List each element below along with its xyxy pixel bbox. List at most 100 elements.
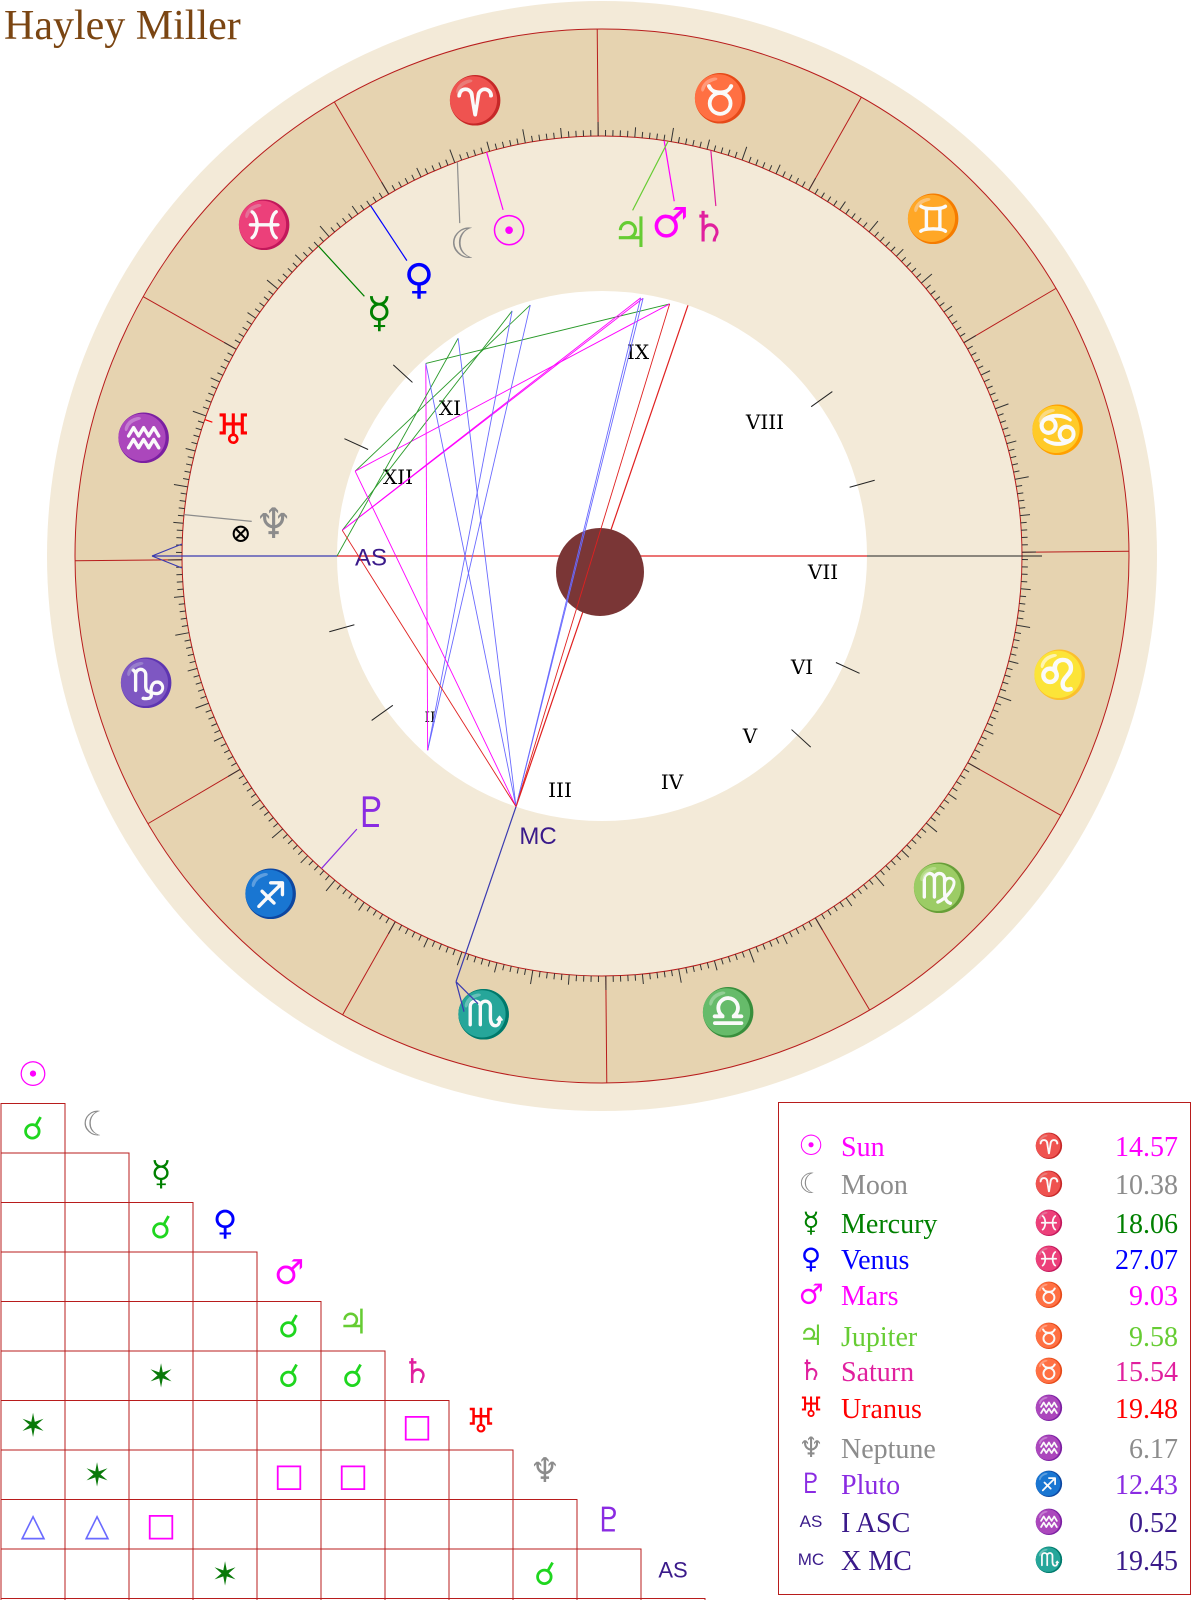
neptune-icon: ♆	[255, 499, 293, 548]
aspect-grid-cell	[192, 1251, 258, 1302]
legend-sign-icon: ♏	[1034, 1546, 1064, 1574]
taurus-sign-icon: ♉	[692, 71, 749, 125]
legend-degree: 19.48	[1115, 1394, 1178, 1425]
legend-degree: 19.45	[1115, 1546, 1178, 1577]
legend-degree: 18.06	[1115, 1209, 1178, 1240]
aspect-grid-cell	[128, 1548, 194, 1599]
legend-planet-name: Venus	[841, 1245, 910, 1276]
aspect-symbol: □	[338, 1456, 368, 1494]
aspect-grid-cell	[448, 1548, 514, 1599]
gemini-sign-icon: ♊	[905, 192, 962, 246]
aspect-symbol: ☌	[278, 1307, 299, 1345]
venus-icon: ♀	[800, 1242, 822, 1275]
legend-sign-icon: ♐	[1034, 1470, 1064, 1498]
aspect-grid-cell	[256, 1499, 322, 1550]
aspect-symbol: ✶	[20, 1406, 47, 1444]
uranus-icon: ♅	[214, 405, 252, 454]
mars-icon: ♂	[651, 198, 689, 247]
legend-sign-icon: ♉	[1034, 1357, 1064, 1385]
legend-degree: 0.52	[1129, 1508, 1178, 1539]
aspect-grid-label: ♃	[338, 1302, 368, 1342]
degree-tick	[177, 514, 184, 517]
pisces-sign-icon: ♓	[236, 198, 293, 252]
aspect-grid-cell	[448, 1449, 514, 1500]
house-label-vii: VII	[807, 560, 838, 584]
house-label-iii: III	[548, 778, 572, 802]
aspect-grid-cell	[128, 1449, 194, 1500]
house-label-xii: XII	[383, 465, 413, 489]
libra-sign-icon: ♎	[700, 985, 757, 1039]
moon-icon: ☾	[798, 1167, 824, 1200]
legend-sign-icon: ♉	[1034, 1281, 1064, 1309]
aspect-symbol: △	[21, 1505, 46, 1543]
aspect-grid-label: ♅	[466, 1401, 496, 1441]
aspect-symbol: ✶	[84, 1456, 111, 1494]
degree-tick	[649, 973, 651, 980]
legend-degree: 9.58	[1129, 1322, 1178, 1353]
aspect-grid-label: AS	[658, 1557, 687, 1582]
mc-label: MC	[519, 823, 556, 850]
legend-planet-name: I ASC	[841, 1508, 911, 1539]
aspect-grid-cell	[256, 1548, 322, 1599]
aspect-grid-cell	[0, 1449, 66, 1500]
mercury-icon: ☿	[802, 1206, 820, 1239]
legend-planet-name: Moon	[841, 1170, 908, 1201]
aspect-symbol: ☌	[150, 1208, 171, 1246]
legend-row-mc: MC X MC ♏ 19.45	[779, 1541, 1192, 1579]
aspect-symbol: ☌	[278, 1357, 299, 1395]
aspect-grid-label: ♄	[402, 1352, 432, 1392]
aspect-grid-cell	[192, 1301, 258, 1352]
legend-degree: 6.17	[1129, 1434, 1178, 1465]
aspect-grid-cell	[128, 1400, 194, 1451]
degree-tick	[1019, 602, 1026, 605]
degree-tick	[648, 132, 651, 139]
aspect-grid-cell	[192, 1449, 258, 1500]
aspect-grid-cell	[576, 1548, 642, 1599]
aquarius-sign-icon: ♒	[115, 411, 172, 465]
aspect-grid-cell	[0, 1251, 66, 1302]
legend-sign-icon: ♒	[1034, 1508, 1064, 1536]
legend-sign-icon: ♓	[1034, 1245, 1064, 1273]
pluto-icon: ♇	[353, 788, 391, 837]
legend-planet-name: Mercury	[841, 1209, 938, 1240]
aspect-grid-label: ☉	[18, 1055, 48, 1095]
legend-row-asc: AS I ASC ♒ 0.52	[779, 1503, 1192, 1541]
legend-row-moon: ☾ Moon ♈ 10.38	[779, 1165, 1192, 1203]
aspect-grid-label: ♆	[530, 1451, 560, 1491]
legend-degree: 27.07	[1115, 1245, 1178, 1276]
aspect-grid-cell	[64, 1152, 130, 1203]
legend-planet-name: Uranus	[841, 1394, 922, 1425]
legend-row-mars: ♂ Mars ♉ 9.03	[779, 1276, 1192, 1314]
jupiter-icon: ♃	[612, 208, 650, 257]
legend-sign-icon: ♓	[1034, 1209, 1064, 1237]
leo-sign-icon: ♌	[1031, 647, 1088, 701]
aspect-grid-cell	[256, 1400, 322, 1451]
capricorn-sign-icon: ♑	[118, 656, 175, 710]
scorpio-sign-icon: ♏	[455, 987, 512, 1041]
aspect-grid-cell	[320, 1400, 386, 1451]
aspect-symbol: □	[274, 1456, 304, 1494]
aspect-grid-cell	[64, 1202, 130, 1253]
legend-planet-name: X MC	[841, 1546, 912, 1577]
venus-icon: ♀	[404, 254, 435, 303]
aspect-grid-cell	[384, 1499, 450, 1550]
mc-icon: MC	[797, 1550, 825, 1569]
legend-sign-icon: ♉	[1034, 1322, 1064, 1350]
pluto-icon: ♇	[798, 1467, 824, 1500]
legend-sign-icon: ♒	[1034, 1434, 1064, 1462]
aspect-symbol: ☌	[342, 1357, 363, 1395]
legend-planet-name: Jupiter	[841, 1322, 918, 1353]
degree-tick	[1020, 595, 1027, 598]
aspect-grid-cell	[64, 1251, 130, 1302]
aspect-grid-cell	[128, 1251, 194, 1302]
legend-degree: 9.03	[1129, 1281, 1178, 1312]
sun-icon: ☉	[798, 1129, 824, 1162]
aspect-grid-cell	[192, 1400, 258, 1451]
legend-sign-icon: ♈	[1034, 1132, 1064, 1160]
uranus-icon: ♅	[798, 1391, 824, 1424]
aspect-grid-label: ☾	[82, 1104, 112, 1144]
legend-planet-name: Pluto	[841, 1470, 901, 1501]
degree-tick	[641, 131, 644, 138]
legend-row-neptune: ♆ Neptune ♒ 6.17	[779, 1429, 1192, 1467]
degree-tick	[1019, 507, 1026, 509]
